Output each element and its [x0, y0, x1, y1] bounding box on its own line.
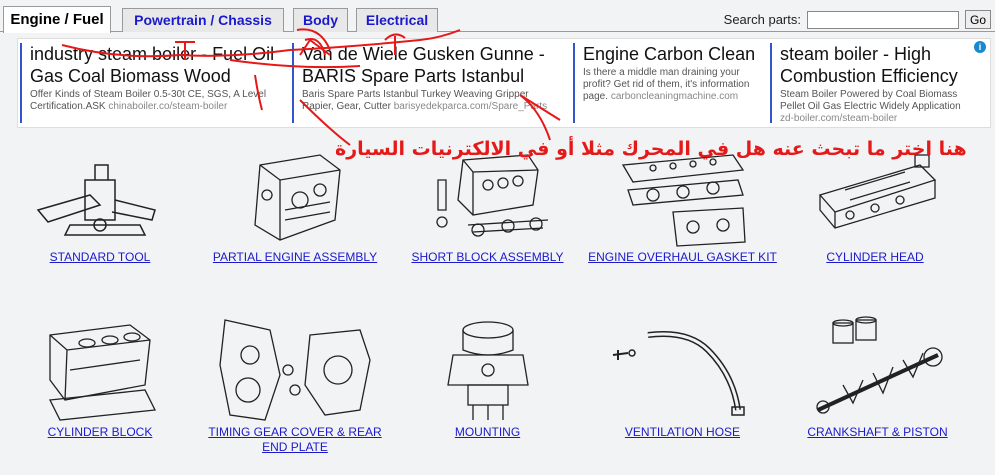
part-ventilation-hose[interactable]: VENTILATION HOSE: [600, 315, 765, 440]
part-label[interactable]: SHORT BLOCK ASSEMBLY: [405, 250, 570, 265]
jack-icon[interactable]: [30, 150, 170, 250]
part-label[interactable]: STANDARD TOOL: [15, 250, 185, 265]
part-cylinder-block[interactable]: CYLINDER BLOCK: [15, 315, 185, 440]
part-timing-gear-cover[interactable]: TIMING GEAR COVER & REAR END PLATE: [205, 315, 385, 455]
timing-cover-icon[interactable]: [210, 315, 380, 425]
part-cylinder-head[interactable]: CYLINDER HEAD: [800, 150, 950, 265]
part-crankshaft-piston[interactable]: CRANKSHAFT & PISTON: [800, 315, 955, 440]
ad-url[interactable]: chinaboiler.co/steam-boiler: [108, 101, 227, 112]
search-bar: Search parts: Go: [724, 10, 991, 29]
tab-body[interactable]: Body: [293, 8, 348, 32]
part-label[interactable]: TIMING GEAR COVER & REAR END PLATE: [205, 425, 385, 455]
ad-description: Is there a middle man draining your prof…: [583, 67, 750, 102]
part-standard-tool[interactable]: STANDARD TOOL: [15, 150, 185, 265]
ad-1[interactable]: industry steam boiler - Fuel Oil Gas Coa…: [20, 43, 290, 123]
ad-url[interactable]: carboncleaningmachine.com: [611, 91, 738, 102]
engine-assembly-icon[interactable]: [240, 150, 350, 250]
annotation-text: هنا اختر ما تبحث عنه هل في المحرك مثلا أ…: [335, 138, 967, 160]
crankshaft-icon[interactable]: [808, 315, 948, 425]
part-short-block-assembly[interactable]: SHORT BLOCK ASSEMBLY: [405, 150, 570, 265]
ad-2[interactable]: Van de Wiele Gusken Gunne - BARIS Spare …: [292, 43, 562, 123]
ad-url[interactable]: zd-boiler.com/steam-boiler: [780, 113, 897, 123]
ad-4[interactable]: steam boiler - High Combustion Efficienc…: [770, 43, 975, 123]
tab-powertrain-chassis[interactable]: Powertrain / Chassis: [122, 8, 284, 32]
short-block-icon[interactable]: [418, 150, 558, 250]
category-tabs: Engine / Fuel Powertrain / Chassis Body …: [0, 0, 995, 33]
go-button[interactable]: Go: [964, 10, 991, 29]
part-label[interactable]: VENTILATION HOSE: [600, 425, 765, 440]
part-label[interactable]: PARTIAL ENGINE ASSEMBLY: [205, 250, 385, 265]
ad-description: Offer Kinds of Steam Boiler 0.5-30t CE, …: [30, 89, 267, 112]
part-partial-engine-assembly[interactable]: PARTIAL ENGINE ASSEMBLY: [205, 150, 385, 265]
cylinder-block-icon[interactable]: [35, 315, 165, 425]
search-input[interactable]: [806, 10, 959, 29]
ad-url[interactable]: barisyedekparca.com/Spare_Parts: [394, 101, 547, 112]
part-mounting[interactable]: MOUNTING: [405, 315, 570, 440]
part-engine-overhaul-gasket-kit[interactable]: ENGINE OVERHAUL GASKET KIT: [585, 150, 780, 265]
ad-description: Steam Boiler Powered by Coal Biomass Pel…: [780, 89, 961, 123]
ad-title[interactable]: industry steam boiler - Fuel Oil Gas Coa…: [30, 43, 290, 87]
part-label[interactable]: CYLINDER HEAD: [800, 250, 950, 265]
part-label[interactable]: CYLINDER BLOCK: [15, 425, 185, 440]
ad-title[interactable]: Van de Wiele Gusken Gunne - BARIS Spare …: [302, 43, 562, 87]
cylinder-head-icon[interactable]: [810, 150, 940, 250]
part-label[interactable]: CRANKSHAFT & PISTON: [800, 425, 955, 440]
hose-icon[interactable]: [608, 315, 758, 425]
ad-title[interactable]: steam boiler - High Combustion Efficienc…: [780, 43, 975, 87]
ad-title[interactable]: Engine Carbon Clean: [583, 43, 763, 65]
search-label: Search parts:: [723, 12, 801, 27]
ad-banner: industry steam boiler - Fuel Oil Gas Coa…: [17, 38, 991, 128]
part-label[interactable]: ENGINE OVERHAUL GASKET KIT: [585, 250, 780, 265]
ad-3[interactable]: Engine Carbon Clean Is there a middle ma…: [573, 43, 763, 123]
adchoices-icon[interactable]: i: [974, 41, 986, 53]
tab-engine-fuel[interactable]: Engine / Fuel: [3, 6, 111, 33]
tab-electrical[interactable]: Electrical: [356, 8, 438, 32]
mounting-icon[interactable]: [433, 315, 543, 425]
ad-description: Baris Spare Parts Istanbul Turkey Weavin…: [302, 89, 548, 112]
gasket-kit-icon[interactable]: [613, 150, 753, 250]
part-label[interactable]: MOUNTING: [405, 425, 570, 440]
